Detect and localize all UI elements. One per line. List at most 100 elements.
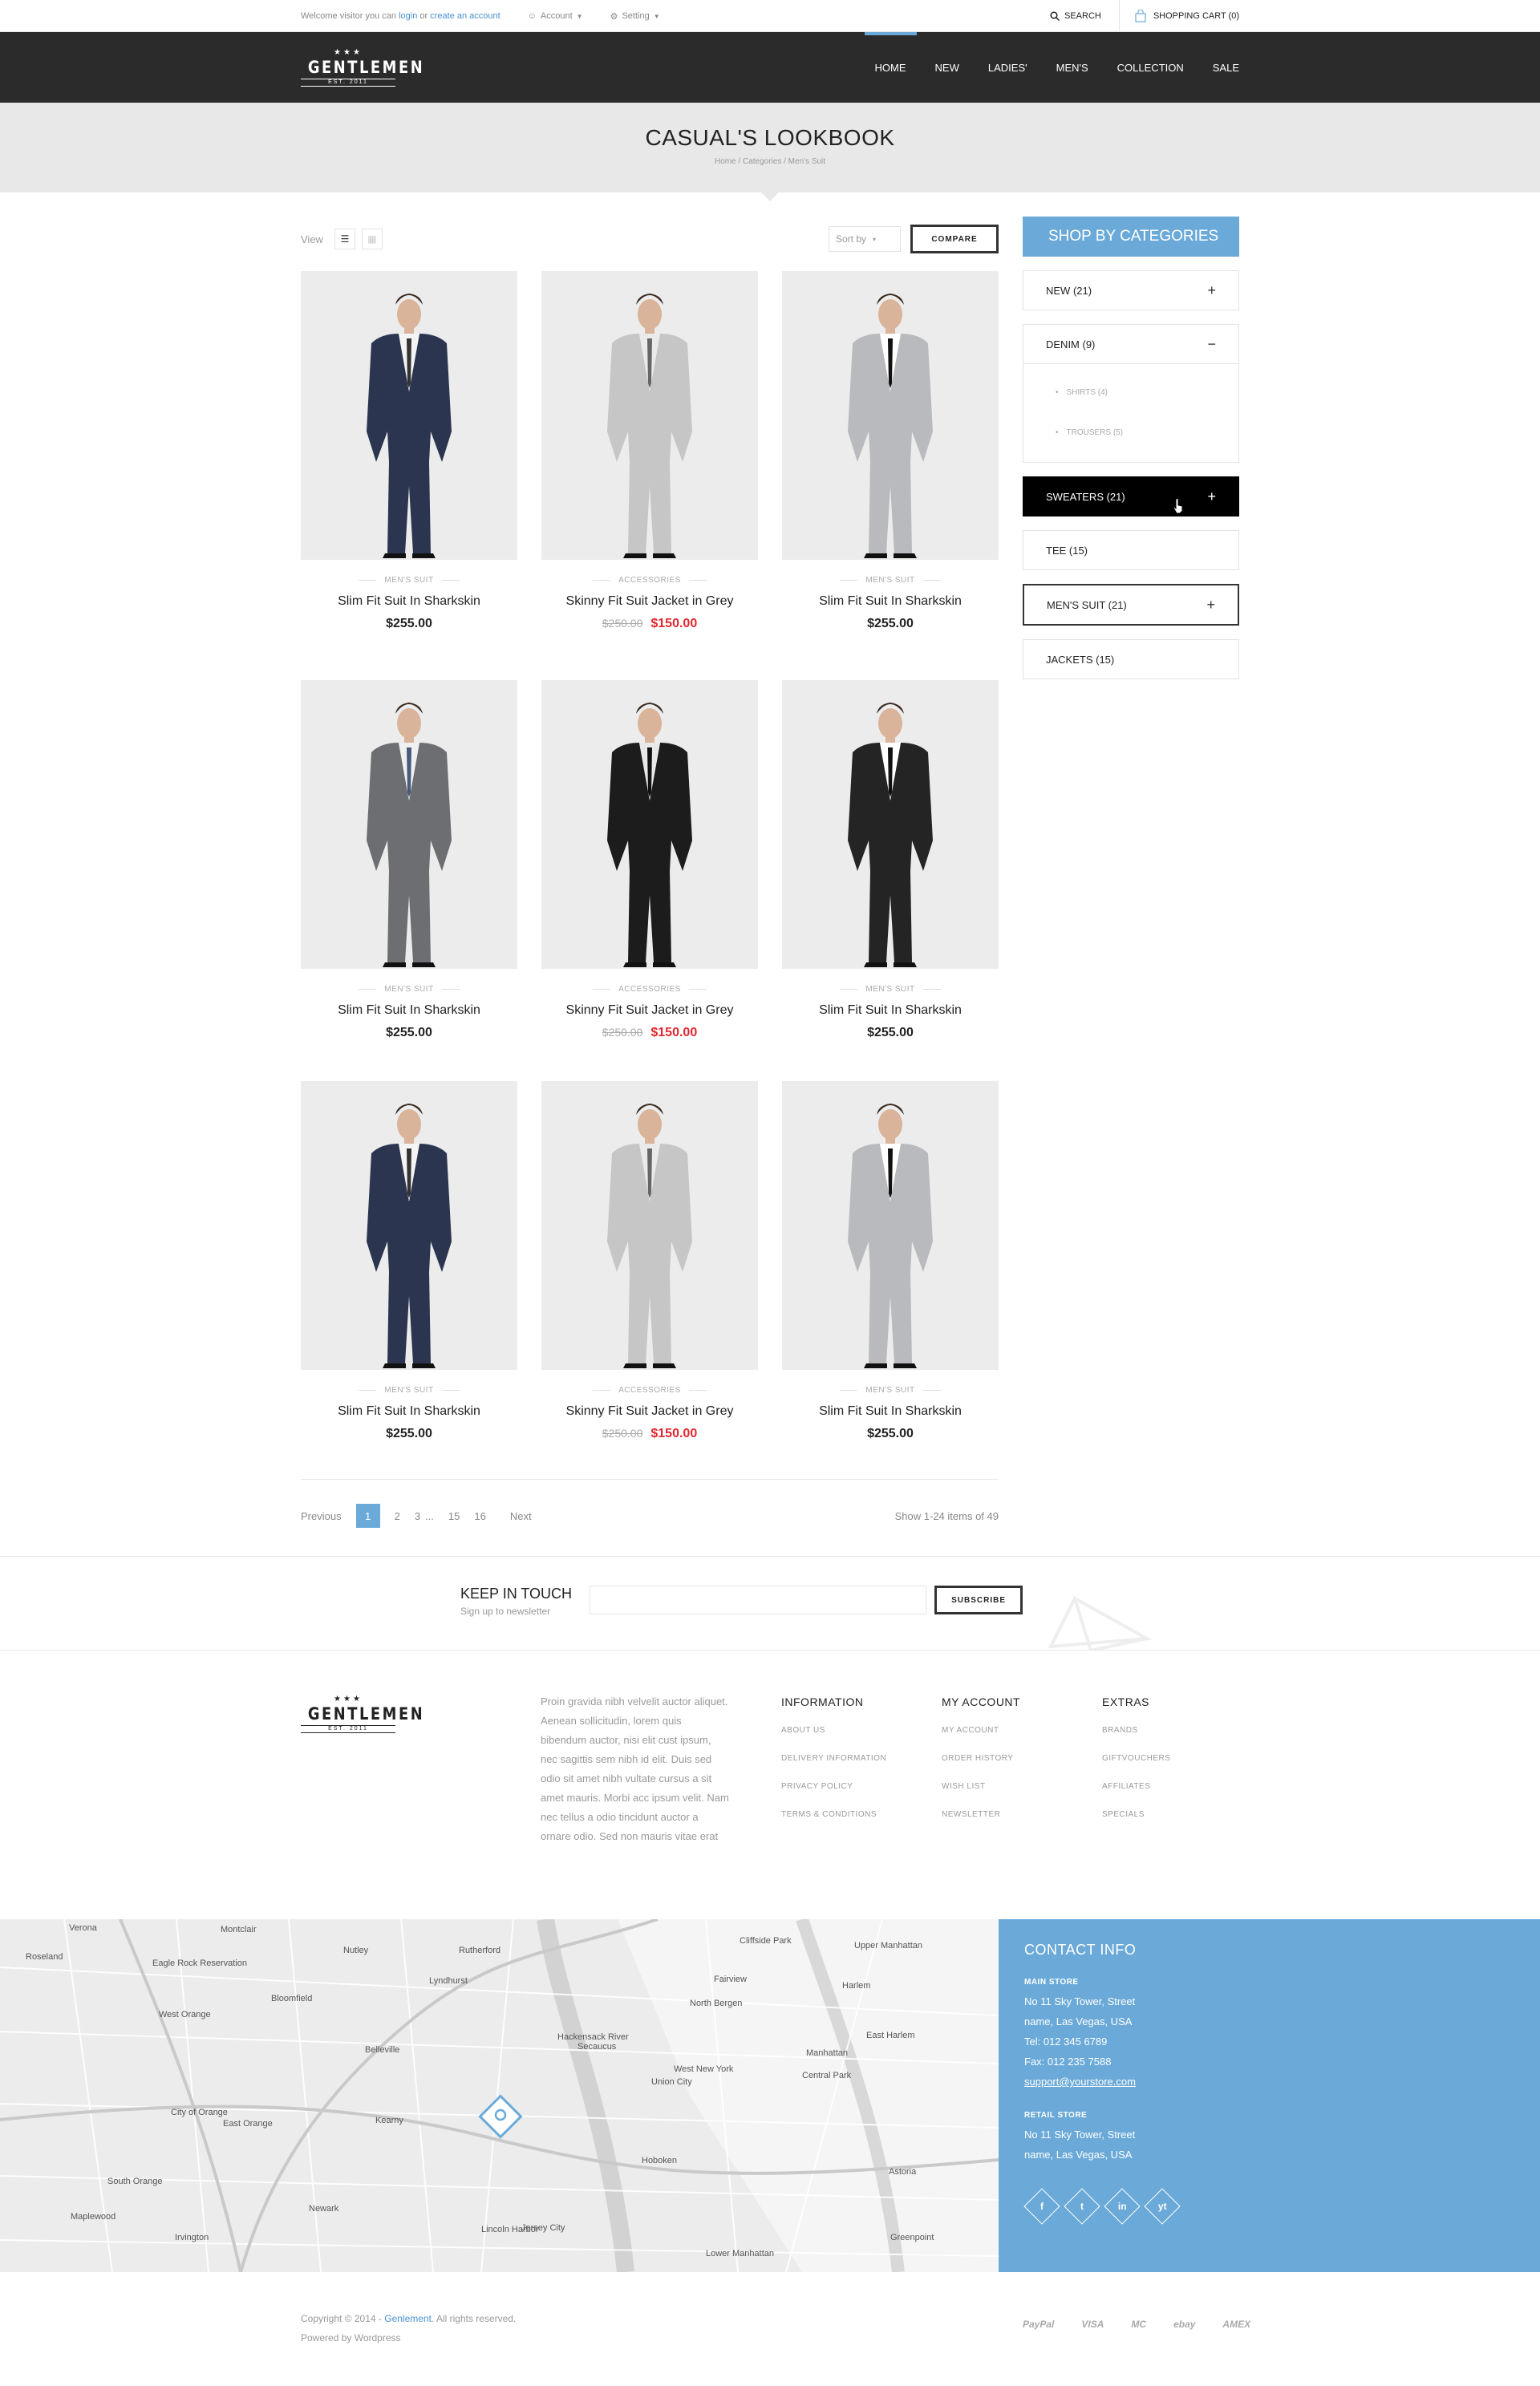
product-image-frame[interactable] — [782, 271, 999, 560]
footer-link[interactable]: ABOUT US — [781, 1726, 886, 1735]
product-title[interactable]: Slim Fit Suit In Sharkskin — [301, 594, 517, 609]
nav-mens[interactable]: MEN'S — [1042, 32, 1103, 103]
footer-link[interactable]: MY ACCOUNT — [942, 1726, 1020, 1735]
footer-link[interactable]: ORDER HISTORY — [942, 1754, 1020, 1763]
product-image[interactable] — [541, 271, 758, 560]
product-category[interactable]: MEN'S SUIT — [782, 1386, 999, 1395]
product-image-frame[interactable] — [782, 1081, 999, 1370]
page-number[interactable]: 2 — [395, 1510, 400, 1522]
search-button[interactable]: SEARCH — [1032, 0, 1119, 32]
product-image-frame[interactable] — [541, 1081, 758, 1370]
sidebar-item-mens-suit[interactable]: MEN'S SUIT (21) + — [1023, 584, 1239, 626]
newsletter-email-input[interactable] — [590, 1586, 927, 1614]
product-title[interactable]: Skinny Fit Suit Jacket in Grey — [541, 1003, 758, 1018]
product-image-frame[interactable] — [301, 1081, 517, 1370]
footer-link[interactable]: DELIVERY INFORMATION — [781, 1754, 886, 1763]
nav-ladies[interactable]: LADIES' — [974, 32, 1042, 103]
setting-dropdown[interactable]: ⚙ Setting ▼ — [610, 11, 660, 22]
product-category[interactable]: ACCESSORIES — [541, 576, 758, 585]
create-account-link[interactable]: create an account — [430, 11, 500, 21]
page-number[interactable]: 15 — [448, 1510, 460, 1522]
product-image[interactable] — [782, 680, 999, 969]
previous-page-link[interactable]: Previous — [301, 1510, 342, 1522]
breadcrumb-home[interactable]: Home — [715, 157, 736, 166]
product-image-frame[interactable] — [301, 680, 517, 969]
sidebar-item-new[interactable]: NEW (21) + — [1023, 270, 1239, 310]
product-category[interactable]: MEN'S SUIT — [301, 1386, 517, 1395]
login-link[interactable]: login — [399, 11, 417, 21]
product-image[interactable] — [782, 1081, 999, 1370]
product-image-frame[interactable] — [541, 271, 758, 560]
product-title[interactable]: Slim Fit Suit In Sharkskin — [782, 1003, 999, 1018]
footer-link[interactable]: PRIVACY POLICY — [781, 1782, 886, 1791]
product-title[interactable]: Slim Fit Suit In Sharkskin — [301, 1404, 517, 1419]
product-card[interactable]: ACCESSORIES Skinny Fit Suit Jacket in Gr… — [541, 680, 758, 1040]
list-view-icon[interactable]: ☰ — [334, 229, 355, 249]
grid-view-icon[interactable]: ▦ — [361, 229, 383, 249]
youtube-icon[interactable]: yt — [1144, 2188, 1181, 2225]
brand-link[interactable]: Genlement — [384, 2313, 432, 2324]
product-category[interactable]: ACCESSORIES — [541, 1386, 758, 1395]
product-image-frame[interactable] — [782, 680, 999, 969]
product-image[interactable] — [301, 680, 517, 969]
product-title[interactable]: Slim Fit Suit In Sharkskin — [301, 1003, 517, 1018]
product-image[interactable] — [301, 1081, 517, 1370]
twitter-icon[interactable]: t — [1064, 2188, 1100, 2225]
product-card[interactable]: MEN'S SUIT Slim Fit Suit In Sharkskin $2… — [301, 680, 517, 1040]
product-image-frame[interactable] — [541, 680, 758, 969]
product-title[interactable]: Skinny Fit Suit Jacket in Grey — [541, 594, 758, 609]
product-card[interactable]: MEN'S SUIT Slim Fit Suit In Sharkskin $2… — [782, 271, 999, 631]
product-category[interactable]: MEN'S SUIT — [782, 985, 999, 994]
sidebar-item-jackets[interactable]: JACKETS (15) — [1023, 639, 1239, 679]
shopping-cart-button[interactable]: SHOPPING CART (0) — [1118, 0, 1239, 32]
footer-link[interactable]: NEWSLETTER — [942, 1810, 1020, 1819]
footer-link[interactable]: WISH LIST — [942, 1782, 1020, 1791]
nav-collection[interactable]: COLLECTION — [1103, 32, 1198, 103]
subcategory-shirts[interactable]: SHIRTS (4) — [1056, 372, 1238, 412]
product-category[interactable]: MEN'S SUIT — [301, 985, 517, 994]
sidebar-item-sweaters[interactable]: SWEATERS (21) + — [1023, 476, 1239, 516]
facebook-icon[interactable]: f — [1023, 2188, 1060, 2225]
footer-link[interactable]: AFFILIATES — [1102, 1782, 1170, 1791]
account-dropdown[interactable]: ☺ Account ▼ — [528, 11, 583, 21]
product-card[interactable]: MEN'S SUIT Slim Fit Suit In Sharkskin $2… — [782, 680, 999, 1040]
product-card[interactable]: ACCESSORIES Skinny Fit Suit Jacket in Gr… — [541, 271, 758, 631]
plus-icon[interactable]: + — [1207, 488, 1216, 505]
map[interactable]: Verona Montclair Nutley Rutherford Cliffside… — [0, 1919, 999, 2272]
breadcrumb-categories[interactable]: Categories — [743, 157, 781, 166]
product-image[interactable] — [301, 271, 517, 560]
sidebar-item-denim[interactable]: DENIM (9)− SHIRTS (4) TROUSERS (5) — [1023, 324, 1239, 463]
next-page-link[interactable]: Next — [510, 1510, 532, 1522]
subscribe-button[interactable]: SUBSCRIBE — [934, 1586, 1023, 1614]
product-card[interactable]: MEN'S SUIT Slim Fit Suit In Sharkskin $2… — [301, 1081, 517, 1441]
plus-icon[interactable]: + — [1207, 282, 1216, 299]
linkedin-icon[interactable]: in — [1104, 2188, 1141, 2225]
page-number[interactable]: 16 — [474, 1510, 485, 1522]
product-category[interactable]: MEN'S SUIT — [782, 576, 999, 585]
product-image-frame[interactable] — [301, 271, 517, 560]
product-category[interactable]: ACCESSORIES — [541, 985, 758, 994]
product-category[interactable]: MEN'S SUIT — [301, 576, 517, 585]
product-image[interactable] — [541, 1081, 758, 1370]
footer-link[interactable]: SPECIALS — [1102, 1810, 1170, 1819]
product-title[interactable]: Slim Fit Suit In Sharkskin — [782, 1404, 999, 1419]
product-card[interactable]: MEN'S SUIT Slim Fit Suit In Sharkskin $2… — [301, 271, 517, 631]
product-image[interactable] — [782, 271, 999, 560]
product-card[interactable]: MEN'S SUIT Slim Fit Suit In Sharkskin $2… — [782, 1081, 999, 1441]
footer-link[interactable]: GIFTVOUCHERS — [1102, 1754, 1170, 1763]
nav-new[interactable]: NEW — [921, 32, 974, 103]
product-card[interactable]: ACCESSORIES Skinny Fit Suit Jacket in Gr… — [541, 1081, 758, 1441]
footer-logo[interactable]: ★★★ GENTLEMEN EST. 2011 — [301, 1695, 423, 1733]
compare-button[interactable]: COMPARE — [910, 225, 999, 253]
product-image[interactable] — [541, 680, 758, 969]
minus-icon[interactable]: − — [1207, 336, 1216, 353]
product-title[interactable]: Slim Fit Suit In Sharkskin — [782, 594, 999, 609]
page-number[interactable]: 3 — [415, 1510, 420, 1522]
plus-icon[interactable]: + — [1206, 597, 1215, 614]
subcategory-trousers[interactable]: TROUSERS (5) — [1056, 412, 1238, 452]
sidebar-item-tee[interactable]: TEE (15) — [1023, 530, 1239, 570]
contact-email-link[interactable]: support@yourstore.com — [1024, 2076, 1136, 2088]
footer-link[interactable]: BRANDS — [1102, 1726, 1170, 1735]
nav-home[interactable]: HOME — [861, 32, 921, 103]
page-number[interactable]: 1 — [355, 1504, 380, 1528]
